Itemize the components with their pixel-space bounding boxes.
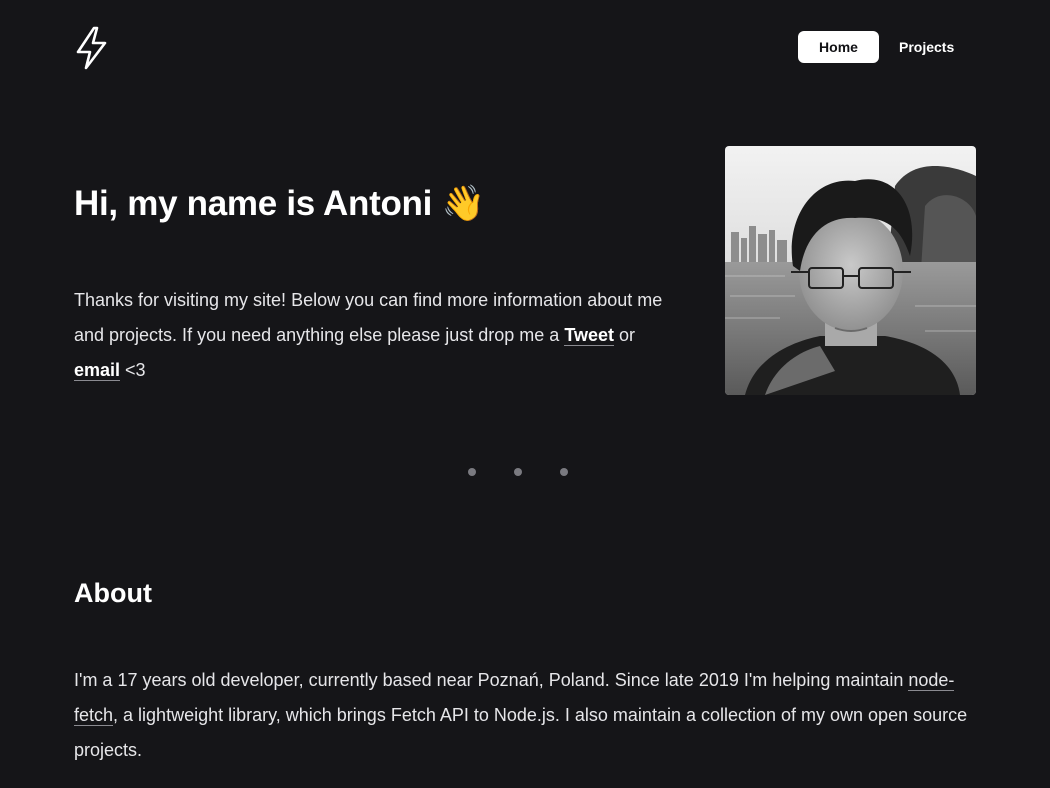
dot-icon	[514, 468, 522, 476]
hero-text-part: <3	[120, 360, 146, 380]
lightning-bolt-icon[interactable]	[74, 25, 110, 71]
dot-icon	[468, 468, 476, 476]
about-text-part: , a lightweight library, which brings Fe…	[74, 705, 968, 760]
profile-photo-image	[725, 146, 976, 395]
profile-photo	[725, 146, 976, 395]
hero-intro-text: Thanks for visiting my site! Below you c…	[74, 283, 664, 388]
nav-projects-button[interactable]: Projects	[879, 31, 954, 63]
page: Home Projects Hi, my name is Antoni 👋 Th…	[0, 0, 1050, 788]
hero-title: Hi, my name is Antoni 👋	[74, 184, 485, 223]
nav-home-button[interactable]: Home	[798, 31, 879, 63]
about-text-part: I'm a 17 years old developer, currently …	[74, 670, 909, 690]
about-heading: About	[74, 578, 152, 608]
tweet-link[interactable]: Tweet	[564, 325, 614, 346]
scroll-indicator	[468, 468, 568, 476]
hero-text-part: or	[614, 325, 636, 345]
main-nav: Home Projects	[798, 31, 954, 63]
dot-icon	[560, 468, 568, 476]
about-text: I'm a 17 years old developer, currently …	[74, 663, 974, 768]
email-link[interactable]: email	[74, 360, 121, 381]
